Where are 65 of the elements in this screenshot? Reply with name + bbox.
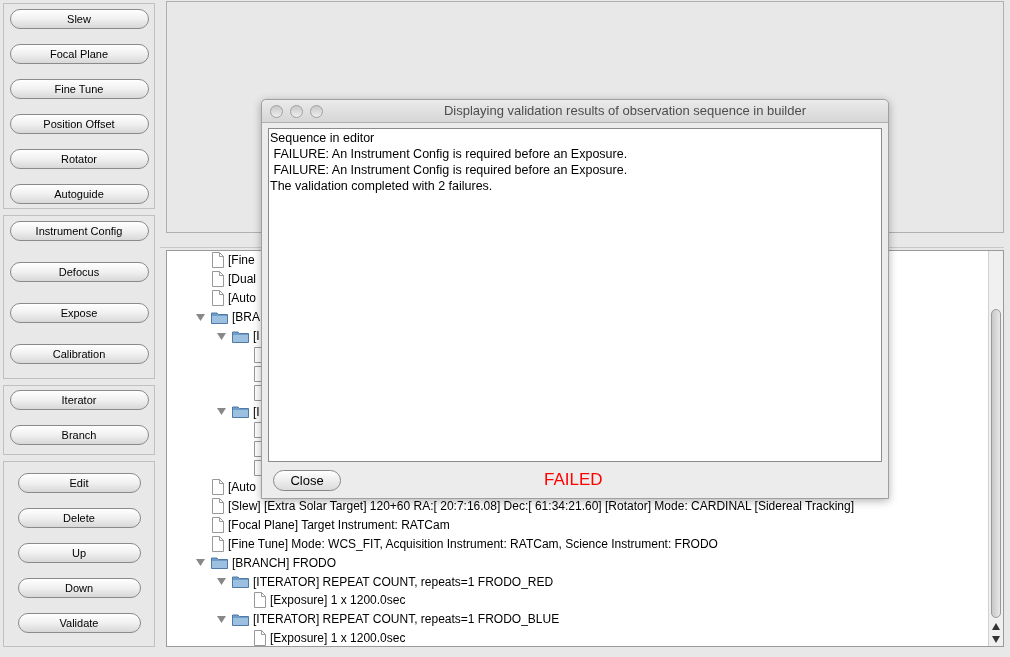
close-button[interactable]: Close [273, 469, 341, 491]
tree-item-label[interactable]: [Fine Tune] Mode: WCS_FIT, Acquisition Instrument: RATCam, Science Instrument: FRODO [228, 534, 718, 553]
expand-triangle-icon[interactable] [217, 331, 226, 341]
toolbar-button[interactable]: Instrument Config [9, 221, 149, 241]
window-button[interactable] [310, 104, 323, 118]
document-icon [211, 535, 224, 552]
tree-item-label[interactable]: [Fine [228, 251, 255, 270]
folder-icon [232, 612, 249, 626]
window-button[interactable] [270, 104, 283, 118]
toolbar-button[interactable]: Autoguide [9, 184, 149, 204]
tree-item-label[interactable]: [ITERATOR] REPEAT COUNT, repeats=1 FRODO_RED [253, 572, 554, 591]
scrollbar[interactable] [988, 251, 1003, 646]
tree-item-label[interactable]: [Auto [228, 289, 257, 308]
result-line: FAILURE: An Instrument Config is required before an Exposure. [272, 162, 629, 178]
tree-item-label[interactable]: [Auto [228, 478, 257, 497]
document-icon [211, 290, 224, 307]
toolbar-button[interactable]: Calibration [9, 344, 149, 364]
result-line: Sequence in editor [270, 130, 376, 146]
status-label: FAILED [544, 469, 603, 492]
folder-icon [211, 310, 228, 324]
folder-icon [232, 575, 249, 589]
folder-icon [232, 405, 249, 419]
toolbar-button[interactable]: Defocus [9, 262, 149, 282]
result-line: The validation completed with 2 failures. [270, 178, 494, 194]
expand-triangle-icon[interactable] [217, 614, 226, 624]
document-icon [211, 479, 224, 496]
window-button[interactable] [290, 104, 303, 118]
folder-icon [232, 329, 249, 343]
toolbar-button[interactable]: Fine Tune [9, 79, 149, 99]
expand-triangle-icon[interactable] [196, 558, 205, 568]
scroll-up-icon[interactable] [992, 623, 1000, 630]
toolbar-button[interactable]: Rotator [9, 149, 149, 169]
scroll-thumb[interactable] [991, 309, 1001, 618]
tree-item-label[interactable]: [ITERATOR] REPEAT COUNT, repeats=1 FRODO_BLUE [253, 610, 560, 629]
toolbar-button[interactable]: Delete [17, 508, 141, 528]
toolbar-button[interactable]: Iterator [9, 390, 149, 410]
document-icon [211, 516, 224, 533]
toolbar-button[interactable]: Position Offset [9, 114, 149, 134]
expand-triangle-icon[interactable] [196, 312, 205, 322]
toolbar-button[interactable]: Slew [9, 9, 149, 29]
toolbar-button[interactable]: Edit [17, 473, 141, 493]
expand-triangle-icon[interactable] [217, 577, 226, 587]
tree-item-label[interactable]: [Slew] [Extra Solar Target] 120+60 RA:[ 20:7:16.08] Dec:[ 61:34:21.60] [Rotator] Mode: CARDINAL [Sidereal Tracking] [228, 497, 854, 515]
tree-item-label[interactable]: [Exposure] 1 x 1200.0sec [270, 591, 406, 610]
tree-item-label[interactable]: [I [253, 327, 260, 345]
document-icon [211, 271, 224, 288]
document-icon [211, 498, 224, 514]
document-icon [253, 592, 266, 609]
tree-item-label[interactable]: [I [253, 402, 260, 421]
folder-icon [211, 556, 228, 570]
scroll-down-icon[interactable] [992, 636, 1000, 643]
tree-item-label[interactable]: [Dual [228, 270, 256, 289]
tree-item-label[interactable]: [Focal Plane] Target Instrument: RATCam [228, 515, 450, 534]
toolbar-button[interactable]: Validate [17, 613, 141, 633]
toolbar-button[interactable]: Expose [9, 303, 149, 323]
tree-item-label[interactable]: [Exposure] 1 x 1200.0sec [270, 629, 406, 646]
toolbar-button[interactable]: Down [17, 578, 141, 598]
toolbar-button[interactable]: Up [17, 543, 141, 563]
expand-triangle-icon[interactable] [217, 407, 226, 417]
window-title: Displaying validation results of observation sequence in builder [442, 102, 806, 121]
result-line: FAILURE: An Instrument Config is required before an Exposure. [272, 146, 629, 162]
tree-item-label[interactable]: [BRA [232, 308, 260, 327]
tree-item-label[interactable]: [BRANCH] FRODO [232, 553, 336, 572]
toolbar-button[interactable]: Branch [9, 425, 149, 445]
toolbar-button[interactable]: Focal Plane [9, 44, 149, 64]
